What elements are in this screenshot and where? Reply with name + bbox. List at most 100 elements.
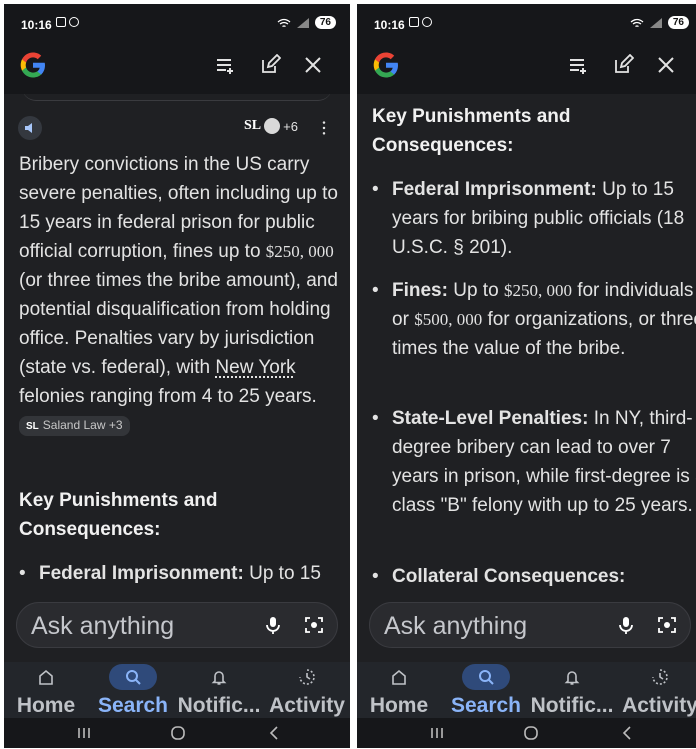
nav-home[interactable]: Home xyxy=(4,662,89,718)
ask-input[interactable]: Ask anything xyxy=(16,602,338,648)
close-icon xyxy=(305,57,321,73)
status-bar: 10:16 76 xyxy=(357,4,696,36)
home-system-icon[interactable] xyxy=(170,725,186,741)
nav-activity[interactable]: Activity xyxy=(264,662,350,718)
previous-card-edge xyxy=(22,94,332,101)
instagram-icon xyxy=(422,17,432,27)
close-button[interactable] xyxy=(655,54,677,76)
app-header xyxy=(4,36,350,94)
nav-activity-label: Activity xyxy=(269,694,345,717)
nav-activity[interactable]: Activity xyxy=(617,662,696,718)
playlist-add-icon xyxy=(570,59,586,74)
wifi-icon xyxy=(630,18,644,27)
bullet-text: Up to 15 xyxy=(243,563,321,584)
answer-paragraph: Bribery convictions in the US carry seve… xyxy=(19,150,341,440)
back-icon[interactable] xyxy=(266,725,282,741)
bullet-state-penalties: State-Level Penalties: In NY, third-degr… xyxy=(372,404,696,520)
phone-screen-left: 10:16 76 SL +6 Bribery convictions in th… xyxy=(4,4,350,748)
answer-content: Key Punishments and Consequences: Federa… xyxy=(357,94,696,604)
home-system-icon[interactable] xyxy=(523,725,539,741)
nav-search[interactable]: Search xyxy=(443,662,529,718)
notification-icon xyxy=(56,17,66,27)
source-chip-label: Saland Law +3 xyxy=(42,418,123,432)
queue-add-button[interactable] xyxy=(214,54,236,76)
bullet-collateral-consequences: Collateral Consequences: xyxy=(372,562,696,591)
source-logo: SL xyxy=(244,118,262,133)
microphone-icon[interactable] xyxy=(615,614,637,636)
source-chip-logo: SL xyxy=(26,421,39,432)
bell-icon xyxy=(564,671,580,685)
bullet-text: Up to xyxy=(447,280,504,301)
home-icon xyxy=(392,669,406,685)
recent-apps-icon[interactable] xyxy=(429,725,445,741)
edit-icon xyxy=(615,53,635,73)
source-favicon xyxy=(264,118,281,134)
system-navigation xyxy=(357,718,696,748)
nav-notifications[interactable]: Notific... xyxy=(529,662,615,718)
bullet-title: Federal Imprisonment: xyxy=(392,179,597,200)
edit-button[interactable] xyxy=(612,53,635,76)
nav-notifications-label: Notific... xyxy=(177,694,261,717)
edit-button[interactable] xyxy=(259,53,282,76)
bullet-federal-imprisonment: Federal Imprisonment: Up to 15 xyxy=(19,559,350,588)
section-heading: Key Punishments and Consequences: xyxy=(19,490,218,540)
google-logo-icon[interactable] xyxy=(18,50,48,80)
new-york-link[interactable]: New York xyxy=(215,357,295,378)
battery-indicator: 76 xyxy=(314,16,336,29)
close-icon xyxy=(658,57,674,73)
bottom-navigation: Home Search Notific... Activity xyxy=(357,662,696,718)
sources-button[interactable]: SL +6 xyxy=(244,118,298,134)
instagram-icon xyxy=(69,17,79,27)
sources-count: +6 xyxy=(283,118,298,134)
source-chip[interactable]: SL Saland Law +3 xyxy=(19,416,130,436)
ask-input[interactable]: Ask anything xyxy=(369,602,691,648)
nav-notifications[interactable]: Notific... xyxy=(176,662,262,718)
nav-home-label: Home xyxy=(369,694,429,717)
lens-camera-icon[interactable] xyxy=(656,614,678,636)
nav-home-label: Home xyxy=(16,694,76,717)
nav-search-label: Search xyxy=(450,694,522,717)
bottom-navigation: Home Search Notific... Activity xyxy=(4,662,350,718)
nav-search-label: Search xyxy=(97,694,169,717)
recent-apps-icon[interactable] xyxy=(76,725,92,741)
search-icon xyxy=(479,670,494,685)
speaker-icon xyxy=(25,123,32,133)
bullet-federal-imprisonment: Federal Imprisonment: Up to 15 years for… xyxy=(372,175,696,262)
home-icon xyxy=(39,669,53,685)
search-icon xyxy=(126,670,141,685)
listen-button[interactable] xyxy=(18,116,42,140)
activity-icon xyxy=(652,669,668,685)
money-value: $500, 000 xyxy=(414,310,483,329)
phone-screen-right: 10:16 76 Key Punishments and Consequence… xyxy=(357,4,696,748)
status-time: 10:16 xyxy=(374,18,405,32)
google-logo-icon[interactable] xyxy=(371,50,401,80)
microphone-icon[interactable] xyxy=(262,614,284,636)
edit-icon xyxy=(262,53,282,73)
bullet-title: Collateral Consequences: xyxy=(392,566,626,587)
wifi-icon xyxy=(277,18,291,27)
bullet-title: State-Level Penalties: xyxy=(392,408,589,429)
status-bar: 10:16 76 xyxy=(4,4,350,36)
nav-activity-label: Activity xyxy=(622,694,696,717)
bullet-fines: Fines: Up to $250, 000 for individuals o… xyxy=(372,276,696,363)
money-value: $250, 000 xyxy=(265,242,334,261)
bullet-title: Fines: xyxy=(392,280,448,301)
battery-indicator: 76 xyxy=(667,16,689,29)
nav-home[interactable]: Home xyxy=(357,662,442,718)
activity-icon xyxy=(299,669,315,685)
bullet-title: Federal Imprisonment: xyxy=(39,563,244,584)
queue-add-button[interactable] xyxy=(567,54,589,76)
notification-icon xyxy=(409,17,419,27)
money-value: $250, 000 xyxy=(503,281,572,300)
nav-search[interactable]: Search xyxy=(90,662,176,718)
playlist-add-icon xyxy=(217,59,233,74)
back-icon[interactable] xyxy=(619,725,635,741)
lens-camera-icon[interactable] xyxy=(303,614,325,636)
app-header xyxy=(357,36,696,94)
close-button[interactable] xyxy=(302,54,324,76)
ask-placeholder: Ask anything xyxy=(31,612,175,640)
bell-icon xyxy=(211,671,227,685)
signal-icon xyxy=(649,17,662,28)
more-options-icon[interactable] xyxy=(321,120,327,136)
status-time: 10:16 xyxy=(21,18,52,32)
